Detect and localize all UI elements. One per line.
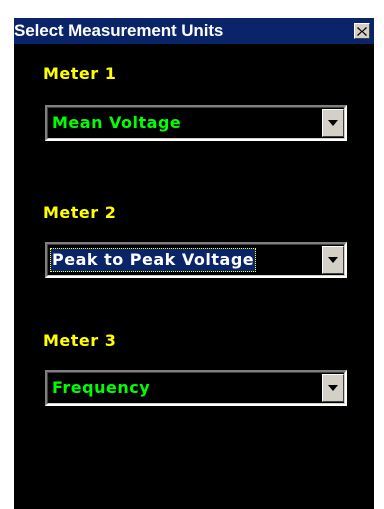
meter-1-label: Meter 1 (43, 64, 117, 83)
meter-1-dropdown[interactable]: Mean Voltage (45, 105, 347, 141)
chevron-down-icon (328, 385, 338, 391)
window-title: Select Measurement Units (14, 21, 224, 40)
select-measurement-units-window: Select Measurement Units Meter 1 Mean Vo… (0, 0, 384, 509)
close-icon (357, 26, 367, 36)
close-button[interactable] (354, 23, 370, 39)
chevron-down-icon (328, 120, 338, 126)
meter-1-dropdown-button[interactable] (322, 109, 344, 137)
meter-2-dropdown[interactable]: Peak to Peak Voltage (45, 242, 347, 278)
meter-settings-panel: Meter 1 Mean Voltage Meter 2 Peak to Pea… (14, 44, 374, 509)
meter-1-selected-value: Mean Voltage (52, 113, 182, 132)
meter-3-selected-value: Frequency (52, 378, 151, 397)
title-bar[interactable]: Select Measurement Units (14, 18, 374, 44)
meter-2-label: Meter 2 (43, 203, 117, 222)
chevron-down-icon (328, 257, 338, 263)
meter-2-selected-value: Peak to Peak Voltage (50, 248, 257, 272)
meter-3-dropdown-button[interactable] (322, 374, 344, 402)
meter-3-dropdown[interactable]: Frequency (45, 370, 347, 406)
meter-2-dropdown-button[interactable] (322, 246, 344, 274)
meter-3-label: Meter 3 (43, 331, 117, 350)
